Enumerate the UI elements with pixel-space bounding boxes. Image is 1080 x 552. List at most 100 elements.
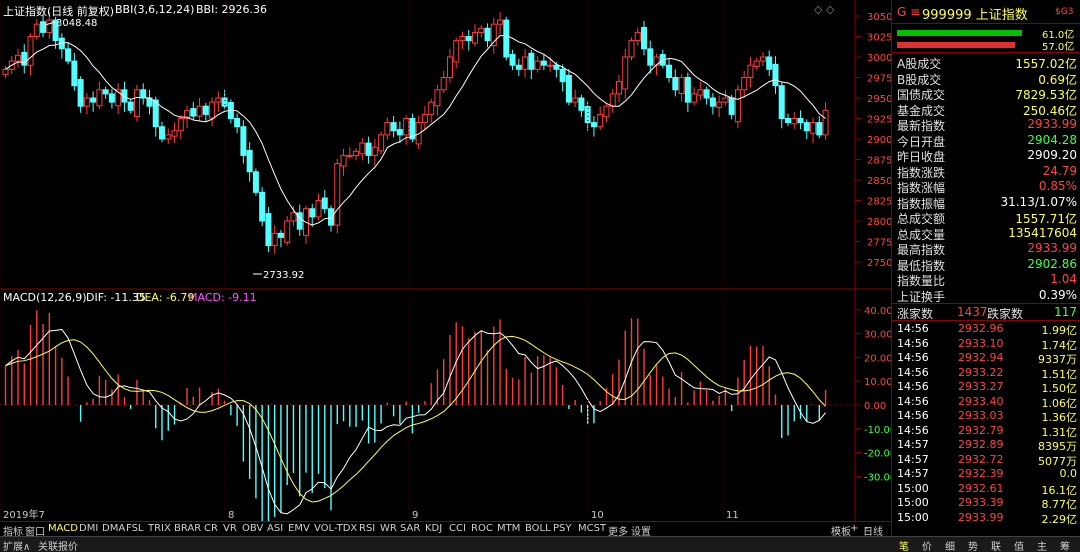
price-axis-label: 2750 [867, 258, 891, 269]
tick-time: 14:56 [897, 423, 929, 437]
candle-body [290, 212, 297, 222]
candle-body [791, 118, 798, 125]
quote-tab[interactable]: 势 [968, 538, 978, 552]
tick-price: 2932.96 [958, 322, 1004, 335]
tab-asi[interactable]: ASI [267, 523, 283, 534]
candle-body [277, 232, 284, 238]
tick-volume: 0.0 [1059, 467, 1078, 480]
tab-obv[interactable]: OBV [242, 523, 263, 534]
tick-time: 14:57 [897, 438, 929, 451]
zoom-in-icon[interactable]: + [850, 523, 858, 534]
quote-tab[interactable]: 筹 [1060, 538, 1070, 552]
tab-boll[interactable]: BOLL [525, 523, 551, 534]
tab-rsi[interactable]: RSI [359, 523, 375, 534]
stat-value: 1557.71亿 [1015, 212, 1077, 226]
tab-psy[interactable]: PSY [553, 523, 572, 534]
candle-body [209, 101, 216, 119]
stat-value: 31.13/1.07% [1000, 194, 1077, 209]
candle-body [328, 208, 335, 226]
stat-label: 指数涨跌 [897, 165, 946, 180]
macd-axis-label: -20.00 [864, 449, 891, 460]
related-quote-button[interactable]: 关联报价 [38, 538, 78, 552]
tab-vol-tdx[interactable]: VOL-TDX [314, 523, 357, 534]
quote-tab[interactable]: 笔 [899, 538, 909, 552]
candle-body [628, 40, 635, 58]
tick-row: 15:00 2932.61 16.1亿 [892, 482, 1080, 497]
tick-row: 14:56 2933.40 1.06亿 [892, 395, 1080, 410]
quote-tab[interactable]: 值 [1014, 538, 1024, 552]
badge: $G3 [1055, 7, 1074, 17]
tick-price: 2933.39 [958, 496, 1004, 509]
zoom-out-icon[interactable]: - [865, 523, 869, 534]
expand-button[interactable]: 扩展∧ [3, 538, 30, 552]
candle-body [709, 97, 716, 107]
tab-fsl[interactable]: FSL [126, 523, 144, 534]
stat-value: 2933.99 [1027, 117, 1077, 131]
quote-panel: G ≡ 999999 上证指数 $G3 61.0亿 57.0亿 A股成交 1557… [891, 0, 1080, 536]
price-axis-label: 2950 [867, 94, 891, 105]
stat-label: 总成交量 [897, 227, 946, 242]
tab-mcst[interactable]: MCST [578, 523, 606, 534]
tick-list[interactable]: 14:56 2932.96 1.99亿 14:56 2933.10 1.74亿 14:56 2… [892, 322, 1080, 527]
candle-body [459, 36, 466, 42]
macd-title[interactable]: MACD(12,26,9) [3, 291, 87, 304]
candle-body [21, 51, 28, 66]
stat-row: 总成交量 135417604 [892, 226, 1080, 242]
candle-body [522, 56, 529, 70]
stat-row: 总成交额 1557.71亿 [892, 210, 1080, 226]
quote-tab[interactable]: 价 [922, 538, 932, 552]
candle-body [378, 134, 385, 152]
stat-label: 国债成交 [897, 88, 946, 102]
candle-body [472, 31, 478, 44]
macd-axis-label: -10.00 [864, 425, 891, 436]
tick-time: 15:00 [897, 510, 929, 524]
candle-body [284, 220, 291, 243]
candle-body [265, 213, 272, 247]
candle-body [528, 52, 535, 70]
candle-body [515, 64, 522, 70]
candle-body [159, 126, 165, 140]
tab-dma[interactable]: DMA [102, 523, 125, 534]
tab-wr[interactable]: WR [380, 523, 397, 534]
candle-body [453, 40, 460, 63]
stat-value: 2902.86 [1027, 256, 1077, 271]
candle-body [622, 56, 629, 90]
macd-header: MACD(12,26,9) DIF: -11.35 DEA: -6.79 MAC… [0, 291, 600, 305]
candle-body [478, 27, 485, 33]
tab-brar[interactable]: BRAR [174, 523, 201, 534]
tab-roc[interactable]: ROC [471, 523, 493, 534]
tab-mtm[interactable]: MTM [497, 523, 520, 534]
kline-chart[interactable]: 3050 3025 3000 2975 2950 2925 2900 2875 2850 2825… [0, 0, 891, 521]
tab-emv[interactable]: EMV [288, 523, 310, 534]
macd-axis-label: 30.00 [864, 330, 891, 341]
candle-body [553, 64, 560, 70]
tab-dmi[interactable]: DMI [79, 523, 98, 534]
candle-body [810, 122, 817, 134]
stat-row: 国债成交 7829.53亿 [892, 86, 1080, 102]
quote-tab[interactable]: 主 [1037, 538, 1047, 552]
quote-tab[interactable]: 联 [991, 538, 1001, 552]
tab-trix[interactable]: TRIX [148, 523, 171, 534]
stat-value: 2933.99 [1027, 241, 1077, 255]
quote-tab[interactable]: 细 [945, 538, 955, 552]
date-label: 10 [591, 510, 604, 521]
code-prefix[interactable]: G ≡ [897, 5, 920, 19]
tab-macd[interactable]: MACD [48, 523, 78, 534]
tab-vr[interactable]: VR [223, 523, 237, 534]
stat-row: 指数涨幅 0.85% [892, 179, 1080, 195]
tab-kdj[interactable]: KDJ [425, 523, 442, 534]
candle-body [822, 109, 829, 136]
tick-row: 14:56 2933.10 1.74亿 [892, 337, 1080, 352]
bbi-indicator-label[interactable]: BBI(3,6,12,24) [115, 3, 194, 16]
tick-row: 14:57 2932.39 0.0 [892, 467, 1080, 482]
tab-cr[interactable]: CR [204, 523, 218, 534]
tab-sar[interactable]: SAR [400, 523, 420, 534]
stat-label: 指数振幅 [897, 196, 946, 211]
candle-body [641, 26, 648, 50]
tab-cci[interactable]: CCI [449, 523, 466, 534]
date-label: 11 [726, 510, 739, 521]
window-controls-icon[interactable]: ◇ ◇ [814, 3, 834, 16]
price-axis-label: 2925 [867, 115, 891, 126]
price-axis-label: 2850 [867, 176, 891, 187]
buy-bar [897, 30, 1022, 36]
